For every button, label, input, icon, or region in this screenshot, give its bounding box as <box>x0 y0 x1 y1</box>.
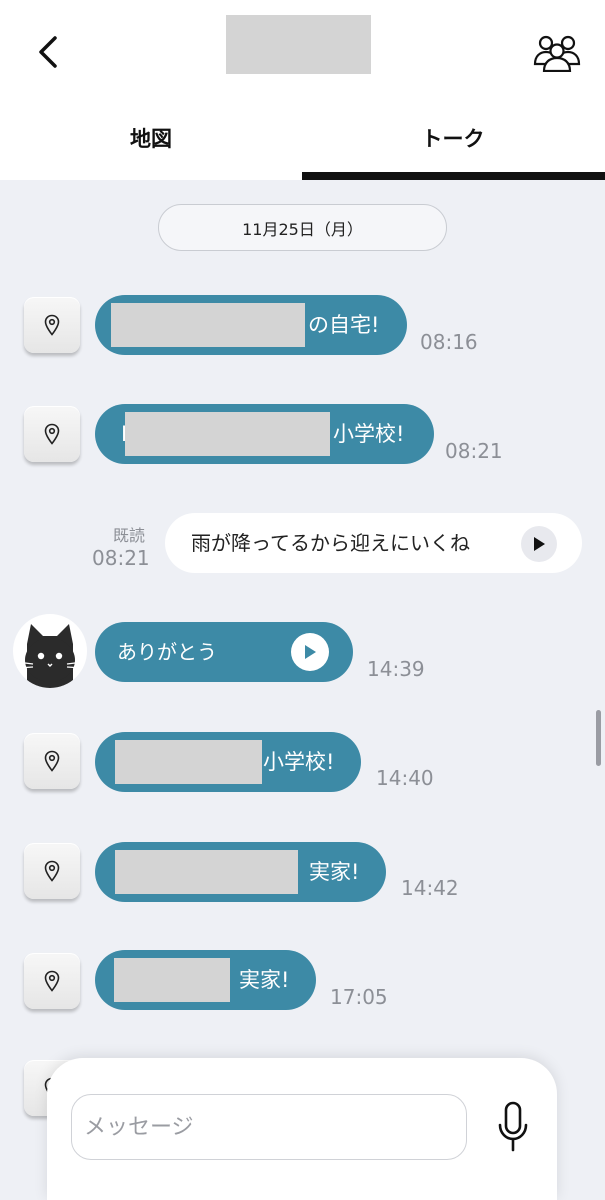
location-message-bubble[interactable]: 実家! <box>95 842 386 902</box>
message-time: 08:21 <box>92 546 150 570</box>
message-text: 雨が降ってるから迎えにいくね <box>191 531 470 555</box>
group-members-button[interactable] <box>528 28 586 76</box>
message-time: 08:21 <box>445 439 503 463</box>
location-message-bubble[interactable]: の自宅! <box>95 295 407 355</box>
tab-talk[interactable]: トーク <box>302 112 604 164</box>
redacted-text <box>115 740 262 784</box>
back-button[interactable] <box>30 30 66 74</box>
message-text: 実家! <box>309 860 360 884</box>
message-time: 14:42 <box>401 876 459 900</box>
message-time: 14:39 <box>367 657 425 681</box>
active-tab-indicator <box>302 172 605 180</box>
location-message-icon[interactable] <box>24 843 80 899</box>
date-separator: 11月25日（月） <box>158 204 447 251</box>
avatar[interactable] <box>13 614 87 688</box>
play-icon <box>534 537 545 551</box>
message-text: 小学校! <box>333 422 405 446</box>
map-pin-icon <box>40 420 64 448</box>
message-input[interactable] <box>71 1094 467 1160</box>
redacted-text <box>111 303 305 347</box>
group-icon <box>533 35 581 72</box>
map-pin-icon <box>40 967 64 995</box>
scrollbar[interactable] <box>596 710 601 766</box>
read-receipt: 既読 <box>113 526 146 545</box>
outgoing-message-bubble[interactable]: 雨が降ってるから迎えにいくね <box>165 513 582 573</box>
redacted-text <box>125 412 330 456</box>
map-pin-icon <box>40 311 64 339</box>
chevron-left-icon <box>39 36 57 68</box>
location-message-icon[interactable] <box>24 953 80 1009</box>
play-button[interactable] <box>291 633 329 671</box>
redacted-text <box>115 850 298 894</box>
tab-map[interactable]: 地図 <box>0 112 302 164</box>
message-time: 08:16 <box>420 330 478 354</box>
location-message-bubble[interactable]: 小学校! <box>95 732 361 792</box>
message-text: 実家! <box>239 968 290 992</box>
location-message-icon[interactable] <box>24 406 80 462</box>
chat-title-redacted <box>226 15 371 74</box>
redacted-text <box>114 958 230 1002</box>
message-time: 17:05 <box>330 985 388 1009</box>
message-time: 14:40 <box>376 766 434 790</box>
message-text: の自宅! <box>308 313 380 337</box>
microphone-icon <box>498 1101 528 1152</box>
map-pin-icon <box>40 857 64 885</box>
play-icon <box>305 645 316 659</box>
location-message-bubble[interactable]: 実家! <box>95 950 316 1010</box>
microphone-button[interactable] <box>490 1098 536 1156</box>
black-cat-avatar <box>16 624 84 688</box>
location-message-icon[interactable] <box>24 733 80 789</box>
message-text: ありがとう <box>117 640 217 664</box>
play-button[interactable] <box>521 526 557 562</box>
location-message-icon[interactable] <box>24 297 80 353</box>
location-message-bubble[interactable]: I 小学校! <box>95 404 434 464</box>
message-text: 小学校! <box>263 750 335 774</box>
map-pin-icon <box>40 747 64 775</box>
